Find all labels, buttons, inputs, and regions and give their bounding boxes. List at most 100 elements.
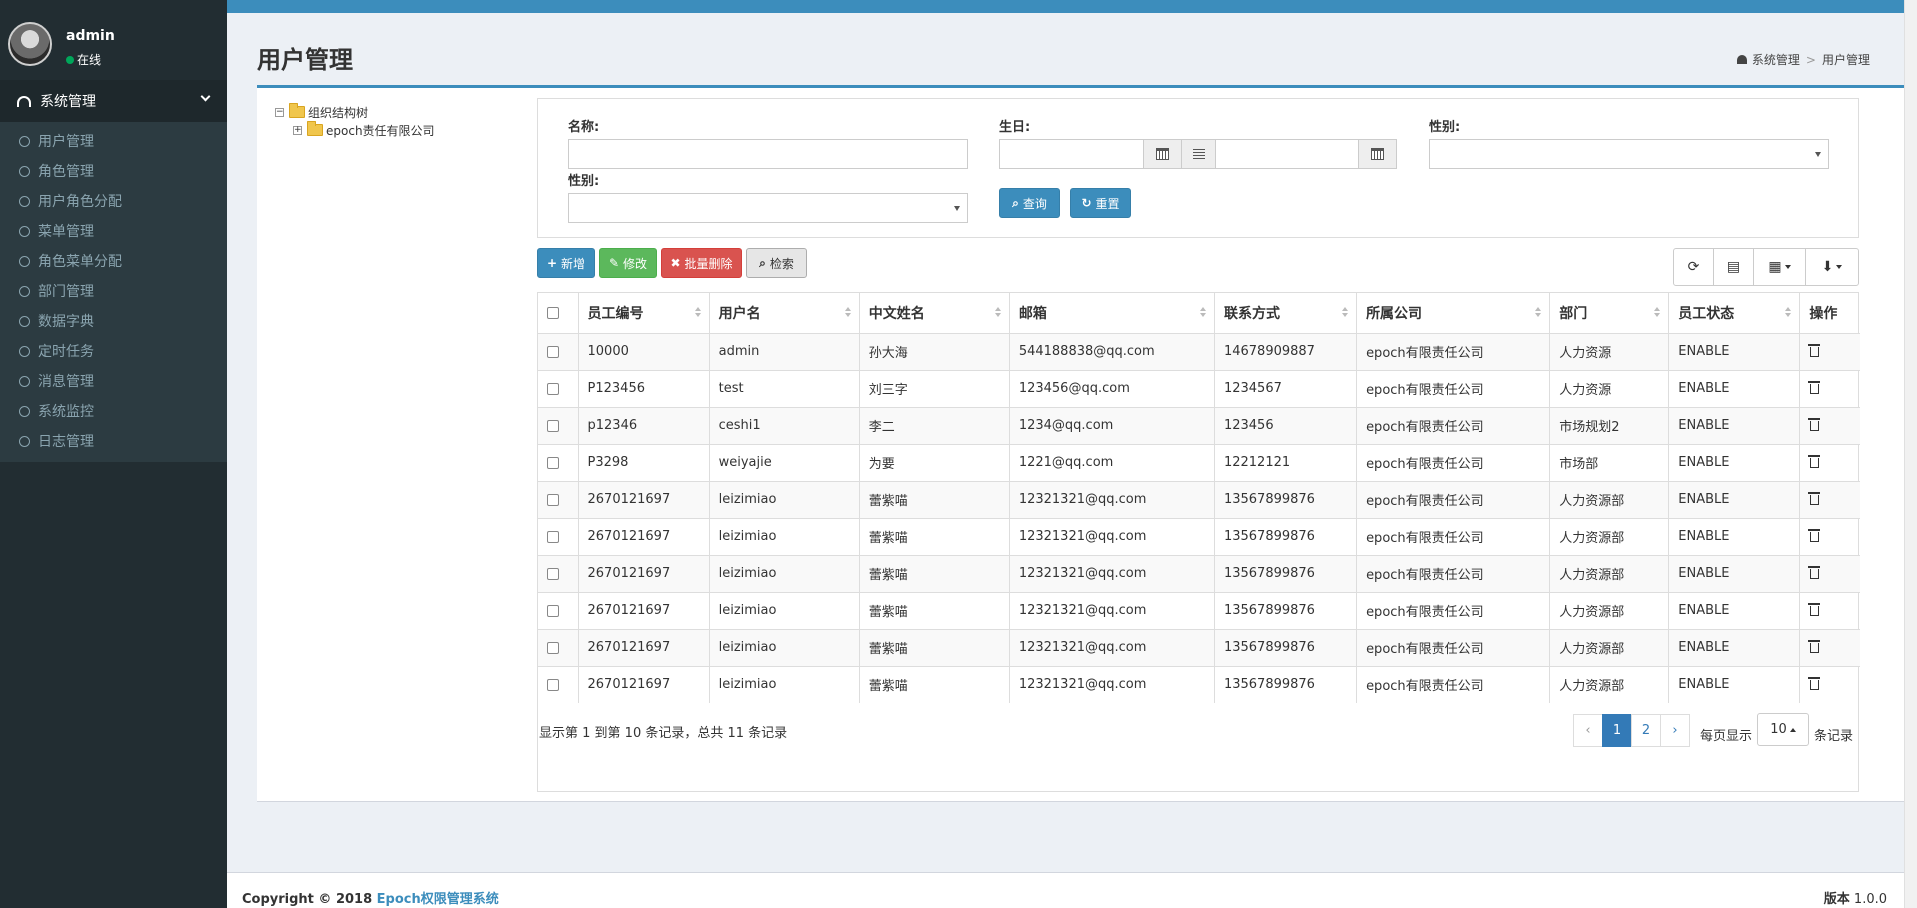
trash-icon[interactable] <box>1808 343 1821 357</box>
row-select-cell <box>538 480 579 518</box>
pencil-icon: ✎ <box>608 256 620 270</box>
sidebar-item[interactable]: 定时任务 <box>0 336 227 366</box>
table-row[interactable]: 2670121697 leizimiao 蕾紫喵 12321321@qq.com 135… <box>538 665 1860 703</box>
table-cell: epoch有限责任公司 <box>1356 480 1551 518</box>
edit-button-label: 修改 <box>623 256 648 271</box>
column-header[interactable]: 部门 <box>1549 293 1670 334</box>
row-checkbox[interactable] <box>547 678 559 691</box>
tree-node-label[interactable]: 组织结构树 <box>308 104 368 121</box>
trash-icon[interactable] <box>1808 676 1821 690</box>
columns-button[interactable]: ▦ <box>1754 249 1806 285</box>
table-row[interactable]: 2670121697 leizimiao 蕾紫喵 12321321@qq.com 135… <box>538 480 1860 518</box>
breadcrumb-home[interactable]: 系统管理 <box>1752 51 1800 68</box>
column-header[interactable]: 员工编号 <box>578 293 710 334</box>
row-checkbox[interactable] <box>547 604 559 617</box>
gender-select[interactable] <box>568 193 968 223</box>
sidebar-item[interactable]: 用户角色分配 <box>0 186 227 216</box>
sidebar-item[interactable]: 部门管理 <box>0 276 227 306</box>
table-cell: 544188838@qq.com <box>1009 332 1215 370</box>
sidebar-item[interactable]: 日志管理 <box>0 426 227 456</box>
system-name-link[interactable]: Epoch权限管理系统 <box>377 892 499 907</box>
table-row[interactable]: 2670121697 leizimiao 蕾紫喵 12321321@qq.com 135… <box>538 554 1860 592</box>
sidebar-item[interactable]: 用户管理 <box>0 126 227 156</box>
birthday-from-input[interactable] <box>999 139 1144 169</box>
row-checkbox[interactable] <box>547 345 559 358</box>
sidebar-item[interactable]: 消息管理 <box>0 366 227 396</box>
sort-icon <box>694 307 701 319</box>
column-header[interactable]: 所属公司 <box>1356 293 1551 334</box>
column-header[interactable]: 员工状态 <box>1668 293 1801 334</box>
row-checkbox[interactable] <box>547 382 559 395</box>
table-cell: 孙大海 <box>859 332 1010 370</box>
table-row[interactable]: 2670121697 leizimiao 蕾紫喵 12321321@qq.com 135… <box>538 517 1860 555</box>
sidebar-menu-system[interactable]: 系统管理 <box>0 80 227 122</box>
toggle-view-button[interactable]: ▤ <box>1714 249 1754 285</box>
gender-select[interactable] <box>1429 139 1829 169</box>
gender-label: 性别: <box>1429 120 1461 135</box>
sidebar-item[interactable]: 数据字典 <box>0 306 227 336</box>
column-header[interactable]: 用户名 <box>709 293 860 334</box>
expand-icon[interactable]: + <box>293 125 302 135</box>
page-2-button[interactable]: 2 <box>1631 714 1661 747</box>
table-cell: ENABLE <box>1668 480 1801 518</box>
sidebar-item[interactable]: 菜单管理 <box>0 216 227 246</box>
calendar-button[interactable] <box>1143 139 1182 169</box>
sidebar-item-label: 数据字典 <box>38 314 94 330</box>
column-header[interactable]: 邮箱 <box>1009 293 1215 334</box>
query-button[interactable]: ⌕ 查询 <box>999 188 1060 218</box>
tree-node-root[interactable]: − 组织结构树 <box>275 103 435 121</box>
table-row[interactable]: 2670121697 leizimiao 蕾紫喵 12321321@qq.com 135… <box>538 591 1860 629</box>
trash-icon[interactable] <box>1808 491 1821 505</box>
trash-icon[interactable] <box>1808 380 1821 394</box>
trash-icon[interactable] <box>1808 565 1821 579</box>
tree-node-company[interactable]: + epoch责任有限公司 <box>275 121 435 139</box>
vertical-scrollbar[interactable] <box>1904 0 1917 908</box>
table-row[interactable]: 2670121697 leizimiao 蕾紫喵 12321321@qq.com 135… <box>538 628 1860 666</box>
calendar-button[interactable] <box>1358 139 1397 169</box>
sidebar-item[interactable]: 系统监控 <box>0 396 227 426</box>
row-checkbox[interactable] <box>547 567 559 580</box>
add-button-label: 新增 <box>561 256 586 271</box>
breadcrumb-current: 用户管理 <box>1821 53 1870 67</box>
sidebar-item[interactable]: 角色菜单分配 <box>0 246 227 276</box>
row-checkbox[interactable] <box>547 641 559 654</box>
table-row[interactable]: P3298 weiyajie 为要 1221@qq.com 12212121 epoch有… <box>538 443 1860 481</box>
trash-icon[interactable] <box>1808 454 1821 468</box>
edit-button[interactable]: ✎ 修改 <box>599 248 657 278</box>
row-checkbox[interactable] <box>547 493 559 506</box>
trash-icon[interactable] <box>1808 602 1821 616</box>
table-row[interactable]: p12346 ceshi1 李二 1234@qq.com 123456 epoch有限责任… <box>538 406 1860 444</box>
table-cell: epoch有限责任公司 <box>1356 369 1551 407</box>
refresh-button[interactable]: ⟳ <box>1674 249 1714 285</box>
trash-icon[interactable] <box>1808 639 1821 653</box>
birthday-to-input[interactable] <box>1215 139 1359 169</box>
row-checkbox[interactable] <box>547 419 559 432</box>
table-row[interactable]: P123456 test 刘三字 123456@qq.com 1234567 epoch有… <box>538 369 1860 407</box>
row-checkbox[interactable] <box>547 456 559 469</box>
next-page-button[interactable]: › <box>1660 714 1690 747</box>
remove-icon: ✖ <box>670 256 681 270</box>
reset-button[interactable]: ↻ 重置 <box>1070 188 1131 218</box>
tree-node-label[interactable]: epoch责任有限公司 <box>326 122 435 139</box>
collapse-icon[interactable]: − <box>275 107 284 117</box>
batch-delete-button[interactable]: ✖ 批量删除 <box>661 248 742 278</box>
table-cell: ENABLE <box>1668 591 1801 629</box>
column-header[interactable]: 联系方式 <box>1214 293 1358 334</box>
sidebar-item[interactable]: 角色管理 <box>0 156 227 186</box>
export-button[interactable]: ⬇ <box>1806 249 1858 285</box>
page-size-select[interactable]: 10 <box>1757 713 1810 746</box>
column-header[interactable]: 中文姓名 <box>859 293 1010 334</box>
table-cell: epoch有限责任公司 <box>1356 628 1551 666</box>
select-all-checkbox[interactable] <box>547 306 559 319</box>
trash-icon[interactable] <box>1808 417 1821 431</box>
name-input[interactable] <box>568 139 968 169</box>
page-1-button[interactable]: 1 <box>1602 714 1632 747</box>
search-button[interactable]: ⌕ 检索 <box>746 248 807 278</box>
dropdown-arrow-icon <box>954 206 960 211</box>
trash-icon[interactable] <box>1808 528 1821 542</box>
row-checkbox[interactable] <box>547 530 559 543</box>
table-cell: ceshi1 <box>709 406 860 444</box>
prev-page-button[interactable]: ‹ <box>1573 714 1603 747</box>
add-button[interactable]: + 新增 <box>537 248 595 278</box>
table-row[interactable]: 10000 admin 孙大海 544188838@qq.com 14678909887… <box>538 332 1860 370</box>
